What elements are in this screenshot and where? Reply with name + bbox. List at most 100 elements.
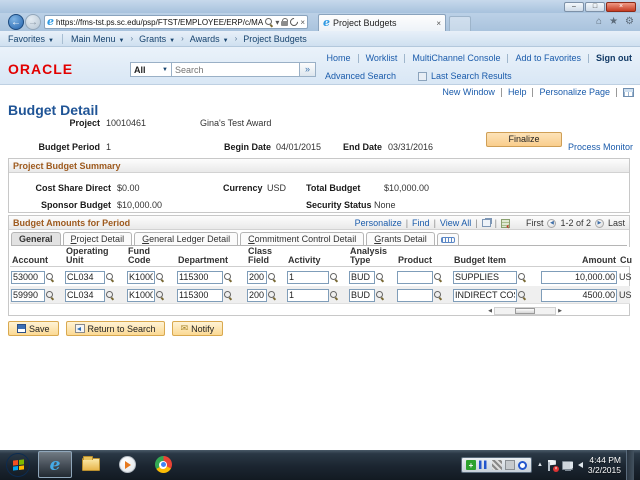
- taskbar-chrome-button[interactable]: [146, 451, 180, 478]
- show-all-columns-tab[interactable]: [436, 233, 459, 245]
- process-monitor-link[interactable]: Process Monitor: [568, 142, 633, 152]
- personalize-link[interactable]: Personalize: [355, 218, 402, 228]
- tray-square-icon[interactable]: [504, 460, 515, 470]
- class-field-input[interactable]: [247, 270, 267, 284]
- account-input[interactable]: [11, 270, 45, 284]
- breadcrumb-awards[interactable]: Awards ▼: [190, 34, 229, 44]
- analysis-type-input[interactable]: [349, 270, 375, 284]
- worklist-link[interactable]: Worklist: [366, 53, 398, 63]
- amount-input[interactable]: [541, 288, 617, 302]
- activity-input[interactable]: [287, 270, 329, 284]
- lookup-icon[interactable]: [518, 273, 526, 281]
- save-button[interactable]: Save: [8, 321, 59, 336]
- breadcrumb-main-menu[interactable]: Main Menu ▼: [71, 34, 124, 44]
- favorites-star-icon[interactable]: ★: [609, 16, 618, 27]
- return-to-search-button[interactable]: Return to Search: [65, 321, 165, 336]
- personalize-page-link[interactable]: Personalize Page: [539, 87, 610, 97]
- sign-out-link[interactable]: Sign out: [596, 53, 632, 63]
- tray-pause-icon[interactable]: ▌▌: [479, 460, 489, 470]
- notify-button[interactable]: ✉ Notify: [171, 321, 224, 336]
- lookup-icon[interactable]: [434, 291, 442, 299]
- lookup-icon[interactable]: [46, 273, 54, 281]
- scrollbar-track[interactable]: [494, 306, 556, 315]
- add-to-favorites-link[interactable]: Add to Favorites: [515, 53, 581, 63]
- find-link[interactable]: Find: [412, 218, 430, 228]
- taskbar-media-player-button[interactable]: [110, 451, 144, 478]
- show-desktop-button[interactable]: [626, 450, 634, 480]
- search-scope-select[interactable]: All ▼: [130, 62, 172, 77]
- lookup-icon[interactable]: [434, 273, 442, 281]
- advanced-search-link[interactable]: Advanced Search: [325, 71, 396, 81]
- address-dropdown-icon[interactable]: ▾: [275, 18, 279, 27]
- lookup-icon[interactable]: [330, 273, 338, 281]
- lookup-icon[interactable]: [376, 273, 384, 281]
- settings-gear-icon[interactable]: ⚙: [625, 16, 634, 27]
- last-search-results-link[interactable]: Last Search Results: [431, 71, 512, 81]
- start-button[interactable]: [6, 453, 30, 477]
- tab-close-icon[interactable]: ×: [436, 19, 441, 28]
- close-button[interactable]: ×: [606, 2, 636, 12]
- tab-general-ledger-detail[interactable]: General Ledger Detail: [134, 232, 239, 245]
- department-input[interactable]: [177, 288, 223, 302]
- back-button[interactable]: ←: [8, 14, 24, 30]
- budget-item-input[interactable]: [453, 270, 517, 284]
- refresh-icon[interactable]: [288, 16, 300, 28]
- activity-input[interactable]: [287, 288, 329, 302]
- breadcrumb-project-budgets[interactable]: Project Budgets: [243, 34, 307, 44]
- search-icon[interactable]: [265, 18, 273, 26]
- breadcrumb-grants[interactable]: Grants ▼: [139, 34, 175, 44]
- address-bar[interactable]: e https://fms-tst.ps.sc.edu/psp/FTST/EMP…: [44, 15, 308, 29]
- previous-row-icon[interactable]: ◀: [547, 218, 557, 228]
- product-input[interactable]: [397, 270, 433, 284]
- tab-commitment-control-detail[interactable]: Commitment Control Detail: [240, 232, 365, 245]
- department-input[interactable]: [177, 270, 223, 284]
- lookup-icon[interactable]: [268, 291, 276, 299]
- favorites-menu[interactable]: Favorites ▼: [8, 34, 54, 44]
- page-layout-icon[interactable]: [623, 87, 634, 97]
- action-center-flag-icon[interactable]: ×: [547, 460, 559, 472]
- search-input[interactable]: [172, 62, 300, 77]
- lookup-icon[interactable]: [224, 273, 232, 281]
- taskbar-clock[interactable]: 4:44 PM 3/2/2015: [588, 455, 621, 475]
- lookup-icon[interactable]: [156, 291, 164, 299]
- lookup-icon[interactable]: [46, 291, 54, 299]
- scrollbar-thumb[interactable]: [515, 307, 535, 314]
- multichannel-console-link[interactable]: MultiChannel Console: [412, 53, 500, 63]
- tab-grants-detail[interactable]: Grants Detail: [366, 232, 435, 245]
- new-window-link[interactable]: New Window: [442, 87, 495, 97]
- scroll-left-icon[interactable]: ◀: [486, 308, 494, 314]
- lookup-icon[interactable]: [156, 273, 164, 281]
- tray-ring-icon[interactable]: [517, 460, 527, 470]
- tab-project-detail[interactable]: Project Detail: [62, 232, 133, 245]
- lookup-icon[interactable]: [376, 291, 384, 299]
- lookup-icon[interactable]: [330, 291, 338, 299]
- horizontal-scrollbar[interactable]: ◀ ▶: [486, 306, 564, 315]
- finalize-button[interactable]: Finalize: [486, 132, 562, 147]
- fund-code-input[interactable]: [127, 270, 155, 284]
- search-go-button[interactable]: »: [300, 62, 316, 77]
- lookup-icon[interactable]: [268, 273, 276, 281]
- fund-code-input[interactable]: [127, 288, 155, 302]
- amount-input[interactable]: [541, 270, 617, 284]
- lookup-icon[interactable]: [224, 291, 232, 299]
- first-label[interactable]: First: [526, 218, 544, 228]
- zoom-grid-icon[interactable]: [481, 219, 491, 227]
- account-input[interactable]: [11, 288, 45, 302]
- lookup-icon[interactable]: [518, 291, 526, 299]
- stop-icon[interactable]: ×: [300, 18, 305, 27]
- forward-button[interactable]: →: [25, 14, 41, 30]
- restore-button[interactable]: □: [585, 2, 605, 12]
- tray-checkered-icon[interactable]: [491, 460, 502, 470]
- taskbar-explorer-button[interactable]: [74, 451, 108, 478]
- operating-unit-input[interactable]: [65, 270, 105, 284]
- home-link[interactable]: Home: [327, 53, 351, 63]
- next-row-icon[interactable]: ▶: [594, 218, 604, 228]
- analysis-type-input[interactable]: [349, 288, 375, 302]
- home-icon[interactable]: ⌂: [596, 16, 602, 27]
- operating-unit-input[interactable]: [65, 288, 105, 302]
- product-input[interactable]: [397, 288, 433, 302]
- class-field-input[interactable]: [247, 288, 267, 302]
- scroll-right-icon[interactable]: ▶: [556, 308, 564, 314]
- last-label[interactable]: Last: [608, 218, 625, 228]
- url-text[interactable]: https://fms-tst.ps.sc.edu/psp/FTST/EMPLO…: [56, 18, 263, 27]
